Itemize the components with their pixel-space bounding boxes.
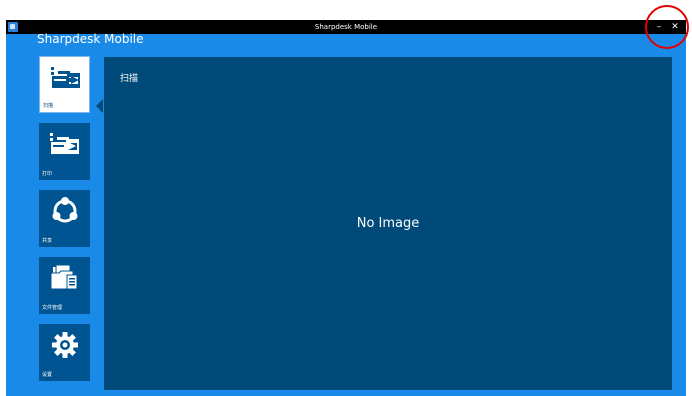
scan-icon	[40, 57, 91, 98]
main-panel: 扫描 No Image	[104, 57, 672, 390]
sidebar-item-print[interactable]: 打印	[39, 123, 90, 180]
sidebar-item-label: 打印	[42, 171, 53, 177]
sidebar-item-scan[interactable]: 扫描	[39, 56, 90, 113]
share-icon	[39, 190, 90, 231]
print-icon	[39, 123, 90, 164]
sidebar-item-label: 扫描	[43, 103, 54, 109]
gear-icon	[39, 324, 90, 365]
sidebar-item-file-manage[interactable]: 文件管理	[39, 257, 90, 314]
sidebar-item-share[interactable]: 共享	[39, 190, 90, 247]
sidebar-item-label: 文件管理	[42, 305, 63, 311]
image-placeholder: No Image	[356, 216, 420, 231]
sidebar-item-label: 共享	[42, 238, 53, 244]
sidebar-item-settings[interactable]: 设置	[39, 324, 90, 381]
app-window: Sharpdesk Mobile – ✕ Sharpdesk Mobile 扫描	[6, 20, 686, 396]
file-manage-icon	[39, 257, 90, 298]
brand-title: Sharpdesk Mobile	[37, 32, 144, 46]
active-item-pointer	[96, 99, 103, 113]
annotation-highlight-circle	[645, 5, 689, 49]
sidebar-item-label: 设置	[42, 372, 53, 378]
